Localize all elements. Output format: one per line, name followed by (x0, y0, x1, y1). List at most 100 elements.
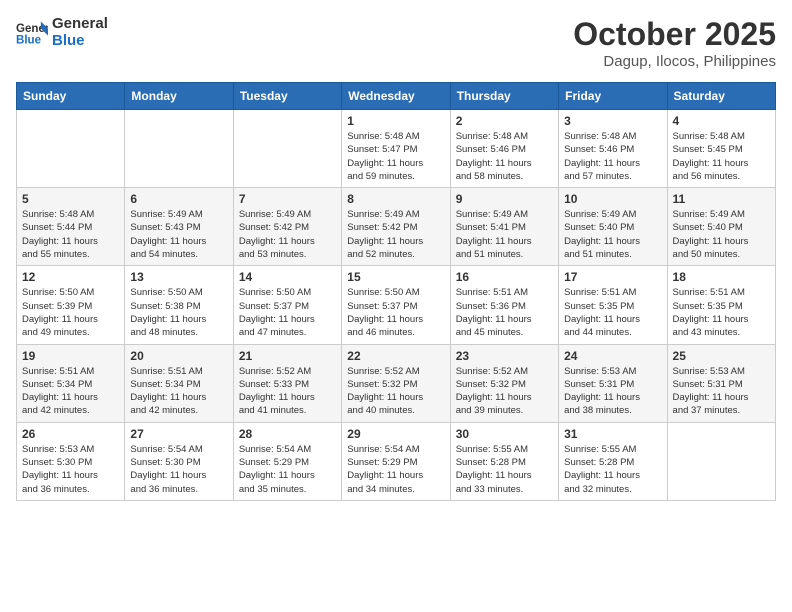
day-info: Sunrise: 5:54 AM Sunset: 5:29 PM Dayligh… (239, 443, 336, 496)
day-number: 28 (239, 427, 336, 441)
weekday-monday: Monday (125, 83, 233, 110)
day-info: Sunrise: 5:54 AM Sunset: 5:30 PM Dayligh… (130, 443, 227, 496)
day-number: 12 (22, 270, 119, 284)
calendar-cell: 18 Sunrise: 5:51 AM Sunset: 5:35 PM Dayli… (667, 266, 775, 344)
day-number: 2 (456, 114, 553, 128)
calendar-cell (17, 110, 125, 188)
day-number: 9 (456, 192, 553, 206)
calendar-cell: 29Sunrise: 5:54 AM Sunset: 5:29 PM Dayli… (342, 422, 450, 500)
day-number: 13 (130, 270, 227, 284)
day-info: Sunrise: 5:50 AM Sunset: 5:38 PM Dayligh… (130, 286, 227, 339)
day-info: Sunrise: 5:55 AM Sunset: 5:28 PM Dayligh… (456, 443, 553, 496)
calendar-cell: 22 Sunrise: 5:52 AM Sunset: 5:32 PM Dayli… (342, 344, 450, 422)
day-info: Sunrise: 5:53 AM Sunset: 5:31 PM Dayligh… (564, 365, 661, 418)
day-number: 7 (239, 192, 336, 206)
calendar-cell: 8 Sunrise: 5:49 AM Sunset: 5:42 PM Daylig… (342, 188, 450, 266)
day-number: 5 (22, 192, 119, 206)
logo-blue: Blue (52, 33, 108, 50)
calendar-body: 1Sunrise: 5:48 AM Sunset: 5:47 PM Daylig… (17, 110, 776, 501)
calendar-cell: 24 Sunrise: 5:53 AM Sunset: 5:31 PM Dayli… (559, 344, 667, 422)
day-number: 15 (347, 270, 444, 284)
day-number: 26 (22, 427, 119, 441)
logo-general: General (52, 16, 108, 33)
day-info: Sunrise: 5:48 AM Sunset: 5:45 PM Dayligh… (673, 130, 770, 183)
weekday-header: SundayMondayTuesdayWednesdayThursdayFrid… (17, 83, 776, 110)
svg-text:Blue: Blue (16, 34, 42, 46)
day-info: Sunrise: 5:53 AM Sunset: 5:31 PM Dayligh… (673, 365, 770, 418)
calendar-cell: 31 Sunrise: 5:55 AM Sunset: 5:28 PM Dayli… (559, 422, 667, 500)
day-number: 10 (564, 192, 661, 206)
week-row-4: 19Sunrise: 5:51 AM Sunset: 5:34 PM Dayli… (17, 344, 776, 422)
day-info: Sunrise: 5:53 AM Sunset: 5:30 PM Dayligh… (22, 443, 119, 496)
day-number: 17 (564, 270, 661, 284)
day-number: 4 (673, 114, 770, 128)
weekday-wednesday: Wednesday (342, 83, 450, 110)
calendar-cell: 26 Sunrise: 5:53 AM Sunset: 5:30 PM Dayli… (17, 422, 125, 500)
calendar-cell: 19Sunrise: 5:51 AM Sunset: 5:34 PM Dayli… (17, 344, 125, 422)
calendar-cell: 9 Sunrise: 5:49 AM Sunset: 5:41 PM Daylig… (450, 188, 558, 266)
day-info: Sunrise: 5:49 AM Sunset: 5:42 PM Dayligh… (239, 208, 336, 261)
calendar-cell: 17 Sunrise: 5:51 AM Sunset: 5:35 PM Dayli… (559, 266, 667, 344)
calendar-cell: 3 Sunrise: 5:48 AM Sunset: 5:46 PM Daylig… (559, 110, 667, 188)
title-block: October 2025 Dagup, Ilocos, Philippines (573, 16, 776, 70)
day-number: 11 (673, 192, 770, 206)
calendar-cell: 7 Sunrise: 5:49 AM Sunset: 5:42 PM Daylig… (233, 188, 341, 266)
day-info: Sunrise: 5:48 AM Sunset: 5:46 PM Dayligh… (564, 130, 661, 183)
day-info: Sunrise: 5:48 AM Sunset: 5:44 PM Dayligh… (22, 208, 119, 261)
day-number: 29 (347, 427, 444, 441)
calendar-cell: 10Sunrise: 5:49 AM Sunset: 5:40 PM Dayli… (559, 188, 667, 266)
calendar-cell: 16 Sunrise: 5:51 AM Sunset: 5:36 PM Dayli… (450, 266, 558, 344)
calendar-cell: 21Sunrise: 5:52 AM Sunset: 5:33 PM Dayli… (233, 344, 341, 422)
day-number: 20 (130, 349, 227, 363)
calendar-cell: 2 Sunrise: 5:48 AM Sunset: 5:46 PM Daylig… (450, 110, 558, 188)
day-number: 16 (456, 270, 553, 284)
day-info: Sunrise: 5:50 AM Sunset: 5:37 PM Dayligh… (347, 286, 444, 339)
calendar-cell: 4 Sunrise: 5:48 AM Sunset: 5:45 PM Daylig… (667, 110, 775, 188)
day-info: Sunrise: 5:51 AM Sunset: 5:34 PM Dayligh… (130, 365, 227, 418)
day-info: Sunrise: 5:51 AM Sunset: 5:35 PM Dayligh… (564, 286, 661, 339)
calendar-cell: 5 Sunrise: 5:48 AM Sunset: 5:44 PM Daylig… (17, 188, 125, 266)
day-info: Sunrise: 5:51 AM Sunset: 5:36 PM Dayligh… (456, 286, 553, 339)
week-row-5: 26 Sunrise: 5:53 AM Sunset: 5:30 PM Dayli… (17, 422, 776, 500)
weekday-sunday: Sunday (17, 83, 125, 110)
week-row-2: 5 Sunrise: 5:48 AM Sunset: 5:44 PM Daylig… (17, 188, 776, 266)
day-info: Sunrise: 5:49 AM Sunset: 5:40 PM Dayligh… (673, 208, 770, 261)
calendar-cell (125, 110, 233, 188)
day-number: 27 (130, 427, 227, 441)
day-number: 31 (564, 427, 661, 441)
day-info: Sunrise: 5:55 AM Sunset: 5:28 PM Dayligh… (564, 443, 661, 496)
day-number: 1 (347, 114, 444, 128)
day-number: 8 (347, 192, 444, 206)
day-number: 18 (673, 270, 770, 284)
day-info: Sunrise: 5:52 AM Sunset: 5:32 PM Dayligh… (456, 365, 553, 418)
day-number: 22 (347, 349, 444, 363)
calendar-cell (667, 422, 775, 500)
weekday-saturday: Saturday (667, 83, 775, 110)
day-info: Sunrise: 5:52 AM Sunset: 5:32 PM Dayligh… (347, 365, 444, 418)
day-info: Sunrise: 5:51 AM Sunset: 5:34 PM Dayligh… (22, 365, 119, 418)
calendar-cell: 28 Sunrise: 5:54 AM Sunset: 5:29 PM Dayli… (233, 422, 341, 500)
day-number: 3 (564, 114, 661, 128)
week-row-1: 1Sunrise: 5:48 AM Sunset: 5:47 PM Daylig… (17, 110, 776, 188)
calendar-cell: 23Sunrise: 5:52 AM Sunset: 5:32 PM Dayli… (450, 344, 558, 422)
logo-icon: General Blue (16, 19, 48, 47)
day-info: Sunrise: 5:52 AM Sunset: 5:33 PM Dayligh… (239, 365, 336, 418)
day-info: Sunrise: 5:49 AM Sunset: 5:42 PM Dayligh… (347, 208, 444, 261)
calendar-cell: 14Sunrise: 5:50 AM Sunset: 5:37 PM Dayli… (233, 266, 341, 344)
calendar-cell: 20 Sunrise: 5:51 AM Sunset: 5:34 PM Dayli… (125, 344, 233, 422)
logo: General Blue General Blue (16, 16, 108, 49)
day-info: Sunrise: 5:51 AM Sunset: 5:35 PM Dayligh… (673, 286, 770, 339)
day-info: Sunrise: 5:50 AM Sunset: 5:37 PM Dayligh… (239, 286, 336, 339)
day-info: Sunrise: 5:49 AM Sunset: 5:41 PM Dayligh… (456, 208, 553, 261)
calendar-cell: 11 Sunrise: 5:49 AM Sunset: 5:40 PM Dayli… (667, 188, 775, 266)
day-number: 24 (564, 349, 661, 363)
calendar-cell (233, 110, 341, 188)
calendar-cell: 13 Sunrise: 5:50 AM Sunset: 5:38 PM Dayli… (125, 266, 233, 344)
calendar: SundayMondayTuesdayWednesdayThursdayFrid… (16, 82, 776, 501)
week-row-3: 12Sunrise: 5:50 AM Sunset: 5:39 PM Dayli… (17, 266, 776, 344)
day-info: Sunrise: 5:48 AM Sunset: 5:46 PM Dayligh… (456, 130, 553, 183)
calendar-cell: 27 Sunrise: 5:54 AM Sunset: 5:30 PM Dayli… (125, 422, 233, 500)
calendar-cell: 6Sunrise: 5:49 AM Sunset: 5:43 PM Daylig… (125, 188, 233, 266)
day-info: Sunrise: 5:49 AM Sunset: 5:43 PM Dayligh… (130, 208, 227, 261)
page-header: General Blue General Blue October 2025 D… (16, 16, 776, 70)
